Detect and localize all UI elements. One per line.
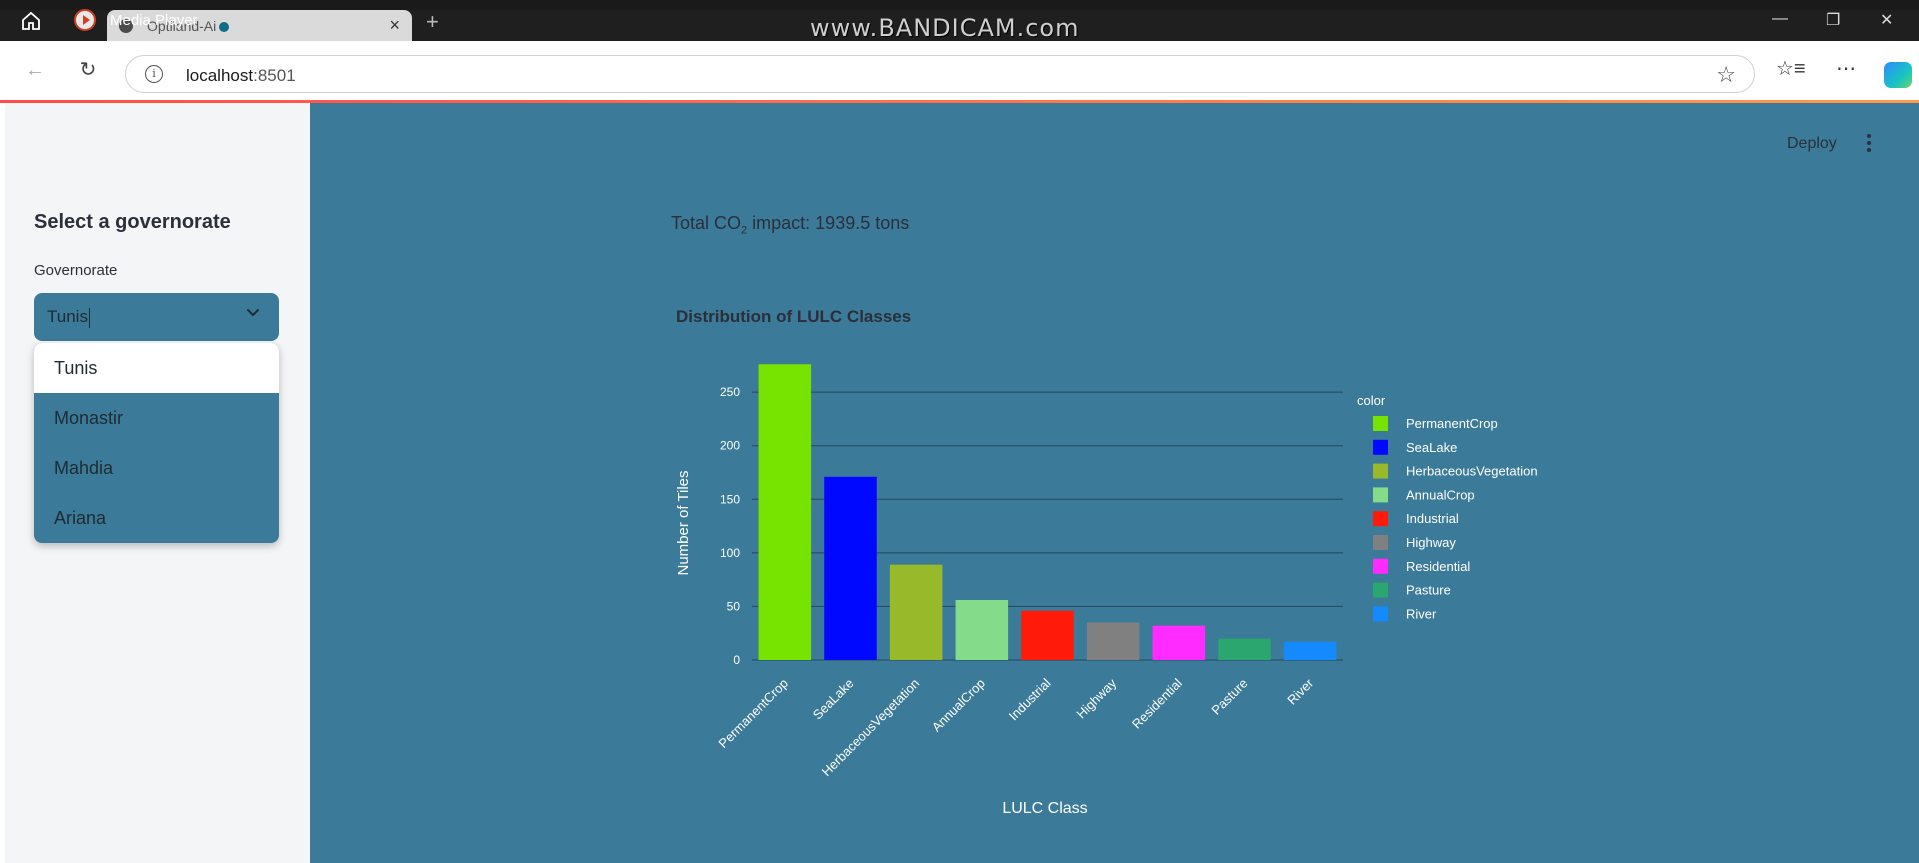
legend-label[interactable]: Industrial (1406, 511, 1459, 526)
media-player-icon (74, 9, 96, 31)
legend-label[interactable]: Highway (1406, 535, 1456, 550)
legend-label[interactable]: River (1406, 606, 1437, 621)
navigation-bar: ← ↻ i localhost:8501 ☆ ☆≡ ⋯ (0, 41, 1919, 100)
address-bar[interactable]: i localhost:8501 ☆ (125, 55, 1755, 93)
bar-pasture[interactable] (1218, 638, 1271, 660)
legend-label[interactable]: PermanentCrop (1406, 416, 1498, 431)
new-tab-button[interactable]: + (426, 11, 439, 33)
governorate-select-value: Tunis (47, 307, 90, 328)
chevron-down-icon[interactable] (243, 303, 263, 323)
x-axis-ticks: PermanentCrop SeaLakeHerbaceousVegetation… (715, 675, 1316, 779)
bar-industrial[interactable] (1021, 610, 1074, 660)
legend-swatch (1373, 511, 1388, 527)
y-axis-title: Number of Tiles (675, 470, 692, 575)
legend-swatch (1373, 416, 1388, 431)
home-icon[interactable] (20, 10, 42, 32)
dropdown-option-monastir[interactable]: Monastir (34, 393, 279, 443)
bar-residential[interactable] (1152, 625, 1206, 660)
more-options-icon[interactable]: ⋯ (1832, 56, 1860, 81)
top-strip (0, 0, 1919, 10)
legend-swatch (1373, 535, 1388, 550)
site-info-icon[interactable]: i (145, 65, 163, 83)
y-tick-label: 250 (720, 385, 740, 399)
dropdown-option-tunis[interactable]: Tunis (34, 343, 279, 393)
reload-icon[interactable]: ↻ (74, 56, 102, 84)
governorate-label: Governorate (34, 262, 118, 279)
chart-legend: PermanentCrop SeaLake HerbaceousVegetation… (1373, 416, 1538, 622)
dropdown-option-ariana[interactable]: Ariana (34, 493, 279, 543)
url-text: localhost:8501 (186, 66, 296, 85)
minimize-button[interactable]: — (1772, 10, 1788, 28)
tab-close-icon[interactable]: × (389, 15, 400, 36)
x-tick-label: SeaLake (810, 676, 857, 723)
bar-highway[interactable] (1086, 622, 1140, 661)
media-player-label: Media Player (110, 12, 198, 29)
bar-river[interactable] (1283, 641, 1337, 660)
legend-swatch (1373, 582, 1388, 598)
legend-title: color (1357, 393, 1386, 408)
favorite-star-icon[interactable]: ☆ (1716, 62, 1736, 88)
y-tick-label: 200 (720, 439, 740, 453)
sidebar: Select a governorate Governorate Tunis T… (5, 103, 310, 863)
x-tick-label: Pasture (1208, 676, 1250, 718)
legend-swatch (1373, 606, 1388, 622)
legend-swatch (1373, 487, 1388, 503)
deploy-button[interactable]: Deploy (1787, 135, 1837, 153)
bar-sealake[interactable] (824, 476, 877, 660)
copilot-icon[interactable] (1884, 62, 1912, 88)
x-axis-title: LULC Class (1002, 800, 1087, 817)
title-bar: Optiland-Ai × Media Player + www.BANDICA… (0, 0, 1919, 42)
y-tick-label: 100 (720, 546, 740, 560)
favorites-icon[interactable]: ☆≡ (1776, 56, 1806, 81)
y-tick-label: 0 (733, 653, 740, 667)
bar-annualcrop[interactable] (955, 600, 1009, 660)
total-co2-impact: Total CO2 impact: 1939.5 tons (671, 213, 910, 237)
dropdown-option-mahdia[interactable]: Mahdia (34, 443, 279, 493)
x-tick-label: Industrial (1006, 675, 1054, 723)
close-window-button[interactable]: ✕ (1880, 10, 1893, 30)
governorate-dropdown: Tunis Monastir Mahdia Ariana (34, 343, 279, 543)
y-axis-ticks: 0 50 100 150 200 250 (720, 385, 740, 667)
legend-swatch (1373, 439, 1388, 455)
bar-herbaceousvegetation[interactable] (889, 564, 943, 660)
back-icon[interactable]: ← (21, 56, 49, 84)
legend-label[interactable]: Pasture (1406, 583, 1451, 598)
tab-status-dot (219, 22, 230, 33)
y-tick-label: 50 (727, 599, 741, 613)
x-tick-label: River (1284, 675, 1317, 708)
bar-permanentcrop[interactable] (758, 364, 812, 660)
legend-label[interactable]: Residential (1406, 559, 1470, 574)
restore-button[interactable]: ❐ (1826, 10, 1840, 30)
lulc-bar-chart: Distribution of LULC Classes 0 50 100 150 20… (675, 307, 1538, 817)
recording-watermark: www.BANDICAM.com (810, 14, 1080, 42)
x-tick-label: Highway (1073, 675, 1119, 721)
governorate-select[interactable]: Tunis (34, 293, 279, 341)
x-tick-label: PermanentCrop (715, 676, 791, 752)
legend-label[interactable]: HerbaceousVegetation (1406, 464, 1538, 479)
chart-title: Distribution of LULC Classes (676, 307, 911, 326)
main-menu-icon[interactable] (1865, 134, 1873, 156)
legend-label[interactable]: SeaLake (1406, 440, 1457, 455)
x-tick-label: AnnualCrop (929, 676, 988, 735)
x-tick-label: Residential (1129, 675, 1185, 731)
legend-swatch (1373, 558, 1388, 574)
legend-label[interactable]: AnnualCrop (1406, 487, 1475, 502)
sidebar-heading: Select a governorate (34, 211, 231, 233)
legend-swatch (1373, 463, 1388, 479)
y-tick-label: 150 (720, 492, 740, 506)
chart-bars (758, 364, 1337, 661)
